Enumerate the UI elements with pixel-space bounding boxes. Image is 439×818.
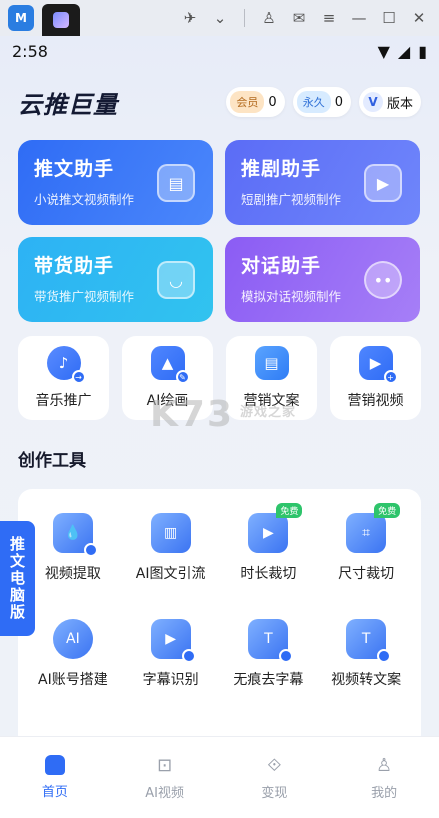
version-icon: V [362, 92, 383, 112]
shopping-bag-icon: ◡ [157, 261, 195, 299]
section-title: 创作工具 [18, 451, 86, 471]
nav-monetize[interactable]: ⟐ 变现 [220, 737, 330, 818]
pin-icon[interactable]: ✈ [176, 4, 204, 32]
permanent-pill[interactable]: 永久 0 [292, 87, 351, 117]
tool-label: 无痕去字幕 [233, 672, 304, 688]
wifi-icon: ▼ [377, 41, 390, 61]
mail-icon[interactable]: ✉ [285, 4, 313, 32]
maximize-icon[interactable]: ☐ [375, 4, 403, 32]
document-icon: ▤ [254, 346, 289, 380]
tool-label: 视频转文案 [331, 672, 402, 688]
vip-pill[interactable]: 会员 0 [226, 87, 285, 117]
video-extract-icon: 💧 [52, 513, 98, 557]
user-ai-icon: AI [52, 619, 93, 659]
nav-label: AI视频 [145, 786, 184, 801]
vip-count: 0 [268, 94, 277, 110]
status-bar: 2:58 ▼ ◢ ▮ [0, 36, 439, 66]
minimize-icon[interactable]: — [345, 4, 373, 32]
tool-video-extract[interactable]: 💧 视频提取 [24, 513, 122, 619]
phone-screen: 2:58 ▼ ◢ ▮ 云推巨量 会员 0 永久 0 V 版本 推文助手 小说推文… [0, 36, 439, 818]
nav-ai-video[interactable]: ⊡ AI视频 [110, 737, 220, 818]
menu-icon[interactable]: ≡ [315, 4, 343, 32]
document-icon: ▤ [157, 164, 195, 202]
tool-label: 时长裁切 [240, 566, 297, 582]
window-titlebar: M ✈ ⌄ ♙ ✉ ≡ — ☐ ✕ [0, 0, 439, 36]
crop-icon: ⌗ 免费 [346, 503, 401, 553]
nav-label: 变现 [261, 786, 288, 801]
permanent-count: 0 [334, 94, 343, 110]
tool-ai-image-text[interactable]: ▥ AI图文引流 [122, 513, 220, 619]
text-erase-icon: T [248, 619, 294, 663]
quick-label: 营销文案 [243, 393, 300, 409]
version-label: 版本 [386, 96, 413, 112]
music-note-icon: ♪ → [46, 346, 86, 384]
nav-label: 我的 [371, 786, 398, 801]
tool-size-crop[interactable]: ⌗ 免费 尺寸裁切 [317, 503, 415, 619]
text-convert-icon: T [346, 619, 392, 663]
free-badge: 免费 [374, 503, 401, 518]
video-play-icon: ▶ + [358, 346, 398, 384]
close-icon[interactable]: ✕ [405, 4, 433, 32]
free-badge: 免费 [276, 503, 303, 518]
signal-icon: ◢ [397, 41, 411, 61]
card-novel-assistant[interactable]: 推文助手 小说推文视频制作 ▤ [18, 140, 213, 225]
tool-label: 字幕识别 [142, 672, 199, 688]
quick-music-promotion[interactable]: ♪ → 音乐推广 [18, 336, 109, 420]
user-icon[interactable]: ♙ [255, 4, 283, 32]
toolbar-divider [244, 9, 245, 27]
active-tab[interactable] [42, 4, 80, 36]
nav-label: 首页 [41, 785, 68, 800]
app-badge-icon[interactable]: M [8, 5, 34, 31]
quick-marketing-video[interactable]: ▶ + 营销视频 [330, 336, 421, 420]
tool-duration-trim[interactable]: ▶ 免费 时长裁切 [220, 503, 318, 619]
card-sales-assistant[interactable]: 带货助手 带货推广视频制作 ◡ [18, 237, 213, 322]
app-header: 云推巨量 会员 0 永久 0 V 版本 [0, 66, 439, 138]
image-brush-icon: ▲ ✎ [150, 346, 190, 384]
tool-label: AI账号搭建 [38, 672, 108, 688]
video-camera-icon: ⊡ [157, 754, 173, 776]
chat-bubble-icon: •• [364, 261, 402, 299]
quick-label: 音乐推广 [35, 393, 92, 409]
tool-subtitle-recognize[interactable]: ▶ 字幕识别 [122, 619, 220, 725]
card-drama-assistant[interactable]: 推剧助手 短剧推广视频制作 ▶ [225, 140, 420, 225]
vip-tag: 会员 [230, 91, 265, 113]
quick-label: 营销视频 [347, 393, 404, 409]
tool-video-to-text[interactable]: T 视频转文案 [317, 619, 415, 725]
version-pill[interactable]: V 版本 [358, 87, 421, 117]
wallet-icon: ⟐ [267, 754, 282, 776]
tool-remove-subtitle[interactable]: T 无痕去字幕 [220, 619, 318, 725]
person-icon: ♙ [376, 754, 393, 776]
tools-grid: 💧 视频提取 ▥ AI图文引流 ▶ 免费 时长裁切 ⌗ 免费 尺寸裁切 AI AI账… [18, 489, 421, 749]
permanent-tag: 永久 [296, 91, 331, 113]
quick-marketing-copy[interactable]: ▤ 营销文案 [226, 336, 317, 420]
app-tab-icon [53, 12, 69, 28]
status-time: 2:58 [12, 41, 48, 61]
tool-label: AI图文引流 [135, 566, 206, 582]
subtitle-icon: ▶ [150, 619, 196, 663]
nav-profile[interactable]: ♙ 我的 [329, 737, 439, 818]
tool-label: 尺寸裁切 [338, 566, 395, 582]
tool-ai-account[interactable]: AI AI账号搭建 [24, 619, 122, 725]
tool-label: 视频提取 [44, 566, 101, 582]
card-dialogue-assistant[interactable]: 对话助手 模拟对话视频制作 •• [225, 237, 420, 322]
app-title: 云推巨量 [18, 90, 118, 119]
home-icon [44, 755, 65, 775]
video-trim-icon: ▶ 免费 [248, 503, 303, 553]
chevron-down-icon[interactable]: ⌄ [206, 4, 234, 32]
nav-home[interactable]: 首页 [0, 737, 110, 818]
quick-ai-painting[interactable]: ▲ ✎ AI绘画 [122, 336, 213, 420]
video-play-icon: ▶ [364, 164, 402, 202]
pc-version-tab[interactable]: 推文电脑版 [0, 521, 35, 636]
bottom-nav: 首页 ⊡ AI视频 ⟐ 变现 ♙ 我的 [0, 736, 439, 818]
battery-icon: ▮ [418, 41, 427, 61]
chart-icon: ▥ [150, 513, 191, 553]
quick-label: AI绘画 [146, 393, 189, 409]
